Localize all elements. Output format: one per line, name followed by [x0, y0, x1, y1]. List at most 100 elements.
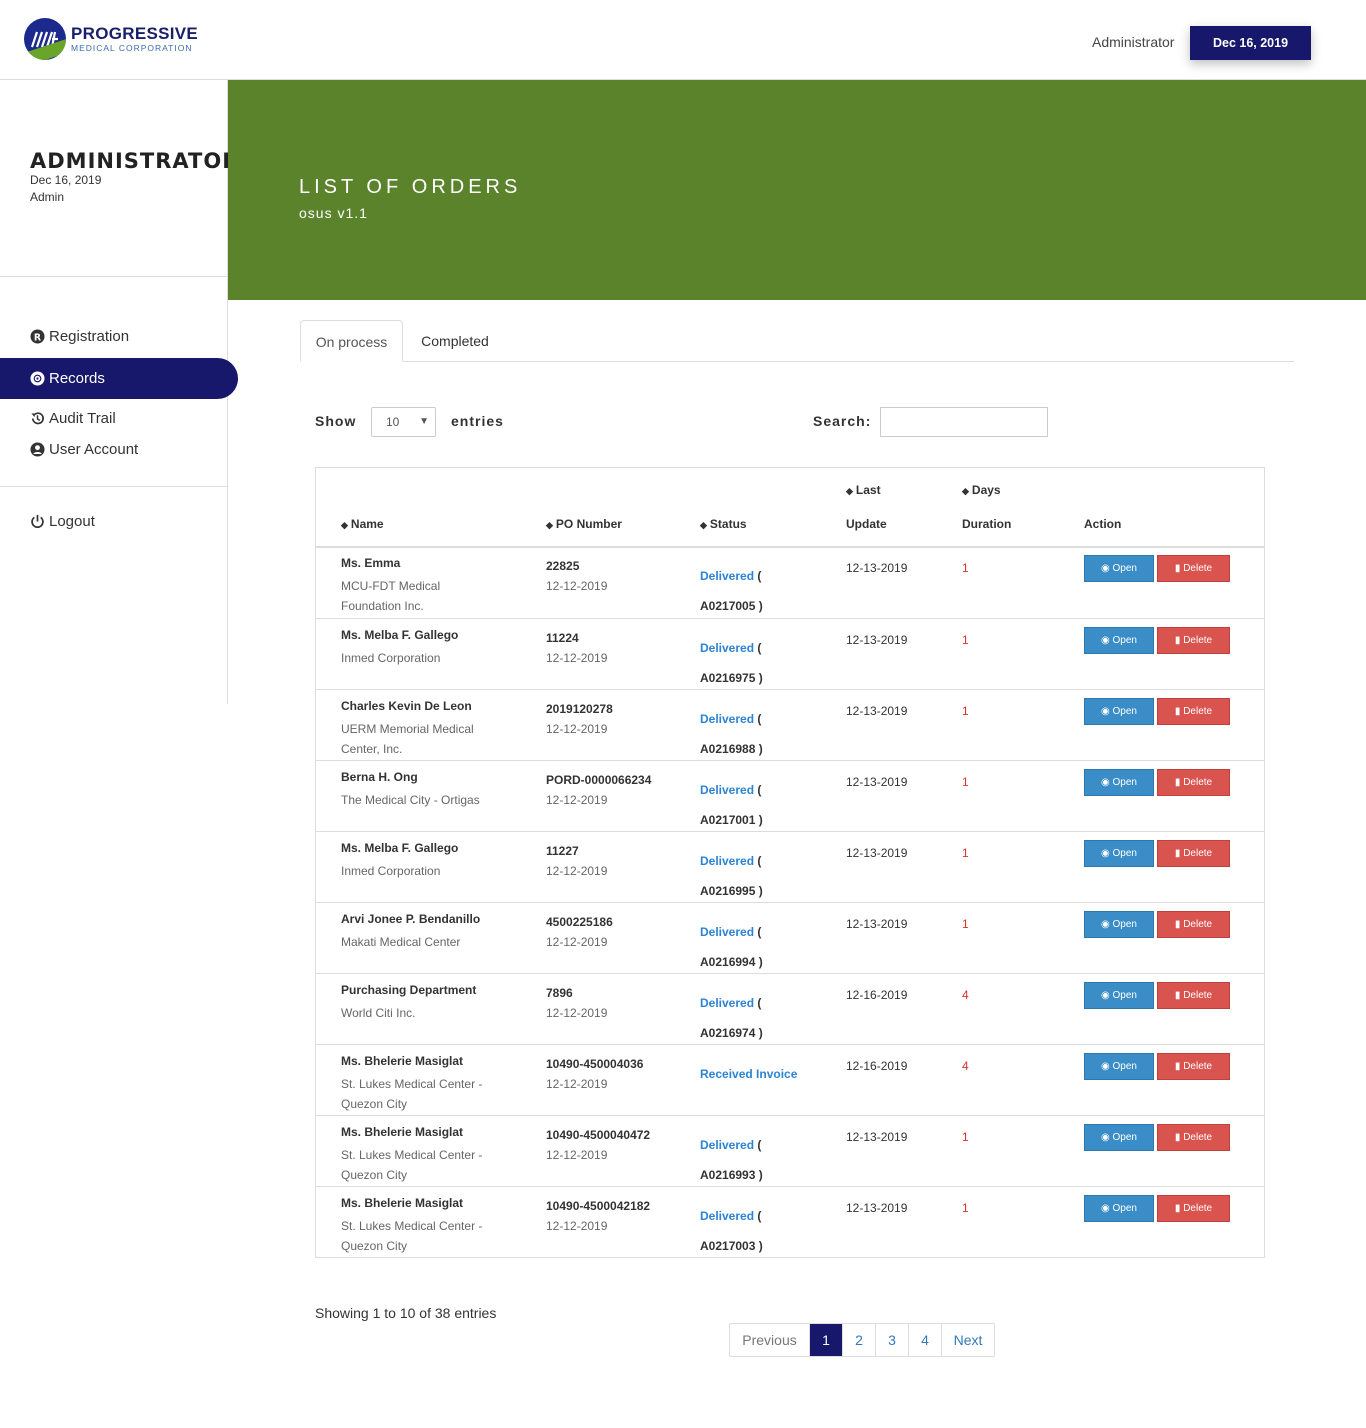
tab-completed[interactable]: Completed [403, 320, 507, 362]
status-link[interactable]: Received Invoice [700, 1067, 797, 1081]
eye-icon: ◉ [1101, 777, 1113, 788]
status-link[interactable]: Delivered [700, 712, 754, 726]
last-update: 12-13-2019 [846, 846, 908, 860]
po-date: 12-12-2019 [546, 1077, 608, 1091]
customer-name: Ms. Bhelerie Masiglat [341, 1054, 464, 1068]
status-link[interactable]: Delivered [700, 1209, 754, 1223]
po-date: 12-12-2019 [546, 651, 608, 665]
table-row: Ms. Emma MCU-FDT Medical Foundation Inc. 2… [316, 547, 1264, 618]
open-button[interactable]: ◉ Open [1084, 769, 1154, 796]
delete-button[interactable]: ▮ Delete [1157, 555, 1230, 582]
trash-icon: ▮ [1174, 848, 1184, 859]
disc-icon [30, 371, 45, 386]
tab-on-process[interactable]: On process [300, 320, 403, 362]
open-button[interactable]: ◉ Open [1084, 1124, 1154, 1151]
status-link[interactable]: Delivered [700, 996, 754, 1010]
customer-name: Purchasing Department [341, 983, 477, 997]
brand-tagline: MEDICAL CORPORATION [71, 43, 193, 54]
entries-select[interactable]: 10 ▼ [371, 407, 436, 437]
pagination-page-3[interactable]: 3 [875, 1324, 908, 1356]
trash-icon: ▮ [1174, 1203, 1184, 1214]
sidebar-item-user-account[interactable]: User Account [30, 441, 138, 458]
header-days-duration[interactable]: ◆ Days [962, 483, 1001, 497]
pagination-next[interactable]: Next [941, 1324, 994, 1356]
status-cell: Delivered ( A0217005 ) [700, 561, 810, 621]
sidebar-item-label: Records [49, 370, 105, 387]
status-link[interactable]: Delivered [700, 783, 754, 797]
delete-button[interactable]: ▮ Delete [1157, 982, 1230, 1009]
po-cell: 4500225186 12-12-2019 [546, 912, 666, 952]
last-update: 12-13-2019 [846, 775, 908, 789]
po-cell: 10490-4500042182 12-12-2019 [546, 1196, 666, 1236]
header-po-number[interactable]: ◆ PO Number [546, 517, 622, 531]
days-duration: 1 [962, 633, 969, 647]
sidebar-item-audit-trail[interactable]: Audit Trail [30, 410, 116, 427]
po-number: 4500225186 [546, 915, 613, 929]
open-button[interactable]: ◉ Open [1084, 1053, 1154, 1080]
customer-name: Ms. Melba F. Gallego [341, 628, 459, 642]
open-button[interactable]: ◉ Open [1084, 840, 1154, 867]
sidebar-item-records[interactable]: Records [0, 358, 238, 399]
delete-button[interactable]: ▮ Delete [1157, 911, 1230, 938]
eye-icon: ◉ [1101, 1132, 1113, 1143]
open-button[interactable]: ◉ Open [1084, 982, 1154, 1009]
days-duration: 4 [962, 988, 969, 1002]
search-input[interactable] [880, 407, 1048, 437]
status-link[interactable]: Delivered [700, 854, 754, 868]
delete-button[interactable]: ▮ Delete [1157, 1053, 1230, 1080]
status-link[interactable]: Delivered [700, 569, 754, 583]
customer-name: Ms. Melba F. Gallego [341, 841, 459, 855]
po-date: 12-12-2019 [546, 793, 608, 807]
sidebar-title: ADMINISTRATOR [30, 149, 240, 173]
sort-icon: ◆ [700, 520, 707, 530]
open-button[interactable]: ◉ Open [1084, 1195, 1154, 1222]
delete-button[interactable]: ▮ Delete [1157, 840, 1230, 867]
pagination-page-1[interactable]: 1 [809, 1324, 842, 1356]
pagination-page-2[interactable]: 2 [842, 1324, 875, 1356]
search-label: Search: [813, 413, 872, 429]
days-duration: 1 [962, 561, 969, 575]
current-user[interactable]: Administrator [1092, 34, 1174, 50]
status-cell: Delivered ( A0217003 ) [700, 1201, 810, 1261]
status-cell: Delivered ( A0216994 ) [700, 917, 810, 977]
po-cell: 10490-450004036 12-12-2019 [546, 1054, 666, 1094]
open-button[interactable]: ◉ Open [1084, 698, 1154, 725]
delete-button[interactable]: ▮ Delete [1157, 769, 1230, 796]
status-link[interactable]: Delivered [700, 1138, 754, 1152]
delete-button[interactable]: ▮ Delete [1157, 627, 1230, 654]
orders-table: ◆ Name ◆ PO Number ◆ Status ◆ Last Update ◆ D… [315, 467, 1265, 1258]
delete-button[interactable]: ▮ Delete [1157, 1124, 1230, 1151]
table-row: Ms. Melba F. Gallego Inmed Corporation 112… [316, 831, 1264, 902]
pagination-previous[interactable]: Previous [730, 1324, 809, 1356]
logout-link[interactable]: Logout [30, 513, 95, 530]
po-date: 12-12-2019 [546, 1148, 608, 1162]
sidebar-item-registration[interactable]: R Registration [30, 328, 129, 345]
trash-icon: ▮ [1174, 563, 1184, 574]
header-status[interactable]: ◆ Status [700, 517, 747, 531]
status-link[interactable]: Delivered [700, 641, 754, 655]
customer-name: Berna H. Ong [341, 770, 418, 784]
delete-button[interactable]: ▮ Delete [1157, 698, 1230, 725]
delete-button[interactable]: ▮ Delete [1157, 1195, 1230, 1222]
open-button[interactable]: ◉ Open [1084, 555, 1154, 582]
trash-icon: ▮ [1174, 777, 1184, 788]
open-button[interactable]: ◉ Open [1084, 627, 1154, 654]
header-action: Action [1084, 517, 1122, 531]
company-logo[interactable]: PROGRESSIVE MEDICAL CORPORATION [24, 18, 198, 60]
trash-icon: ▮ [1174, 990, 1184, 1001]
header-name[interactable]: ◆ Name [341, 517, 384, 531]
table-row: Ms. Bhelerie Masiglat St. Lukes Medical C… [316, 1186, 1264, 1257]
status-link[interactable]: Delivered [700, 925, 754, 939]
last-update: 12-13-2019 [846, 561, 908, 575]
customer-org: MCU-FDT Medical Foundation Inc. [341, 579, 441, 613]
customer-name: Ms. Bhelerie Masiglat [341, 1125, 464, 1139]
pagination-page-4[interactable]: 4 [908, 1324, 941, 1356]
eye-icon: ◉ [1101, 635, 1113, 646]
days-duration: 1 [962, 1130, 969, 1144]
header-last-update[interactable]: ◆ Last [846, 483, 881, 497]
open-button[interactable]: ◉ Open [1084, 911, 1154, 938]
po-cell: 11224 12-12-2019 [546, 628, 666, 668]
date-button[interactable]: Dec 16, 2019 [1190, 26, 1311, 60]
customer-org: Inmed Corporation [341, 651, 441, 665]
status-cell: Delivered ( A0216995 ) [700, 846, 810, 906]
